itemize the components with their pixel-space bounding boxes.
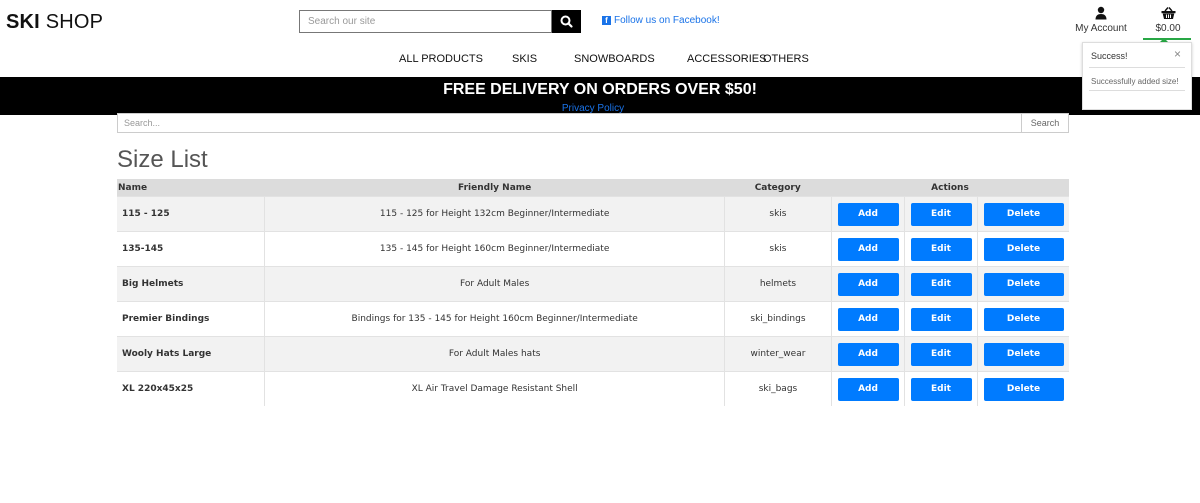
facebook-link[interactable]: f Follow us on Facebook! bbox=[602, 15, 720, 26]
logo-bold: SKI bbox=[6, 11, 40, 33]
edit-button[interactable]: Edit bbox=[910, 307, 972, 331]
row-category: ski_bindings bbox=[723, 301, 831, 337]
table-row: 135-145 135 - 145 for Height 160cm Beginn… bbox=[117, 231, 1069, 267]
row-category: helmets bbox=[723, 266, 831, 302]
user-icon bbox=[1095, 6, 1107, 20]
facebook-link-text: Follow us on Facebook! bbox=[614, 15, 720, 26]
delete-button[interactable]: Delete bbox=[983, 342, 1064, 366]
my-account-label: My Account bbox=[1075, 23, 1127, 34]
basket-icon bbox=[1161, 7, 1175, 19]
edit-button[interactable]: Edit bbox=[910, 202, 972, 226]
logo-rest: SHOP bbox=[39, 11, 104, 33]
toast-divider bbox=[1089, 67, 1185, 68]
row-name: Big Helmets bbox=[117, 266, 265, 302]
delete-button[interactable]: Delete bbox=[983, 307, 1064, 331]
row-friendly-name: Bindings for 135 - 145 for Height 160cm … bbox=[264, 301, 725, 337]
add-button[interactable]: Add bbox=[837, 237, 899, 261]
row-category: skis bbox=[723, 231, 831, 267]
row-actions: Add Edit Delete bbox=[831, 266, 1069, 302]
row-actions: Add Edit Delete bbox=[831, 371, 1069, 406]
row-category: ski_bags bbox=[723, 371, 831, 406]
delete-button[interactable]: Delete bbox=[983, 202, 1064, 226]
close-icon[interactable]: × bbox=[1174, 47, 1181, 61]
toast-title: Success! bbox=[1091, 51, 1128, 61]
row-actions: Add Edit Delete bbox=[831, 301, 1069, 337]
table-row: 115 - 125 115 - 125 for Height 132cm Begi… bbox=[117, 196, 1069, 232]
site-search-input[interactable]: Search our site bbox=[299, 10, 552, 33]
column-header-friendly-name: Friendly Name bbox=[264, 179, 725, 197]
site-search-button[interactable] bbox=[552, 10, 581, 33]
row-name: 115 - 125 bbox=[117, 196, 265, 232]
table-row: Premier Bindings Bindings for 135 - 145 f… bbox=[117, 301, 1069, 337]
size-search-button[interactable]: Search bbox=[1021, 113, 1069, 133]
edit-button[interactable]: Edit bbox=[910, 272, 972, 296]
nav-accessories[interactable]: ACCESSORIES bbox=[687, 53, 766, 65]
delivery-banner-text: FREE DELIVERY ON ORDERS OVER $50! bbox=[443, 81, 757, 98]
add-button[interactable]: Add bbox=[837, 272, 899, 296]
row-category: winter_wear bbox=[723, 336, 831, 372]
facebook-icon: f bbox=[602, 16, 611, 25]
toast-divider-bottom bbox=[1089, 90, 1185, 91]
nav-all-products[interactable]: ALL PRODUCTS bbox=[399, 53, 483, 65]
table-row: XL 220x45x25 XL Air Travel Damage Resista… bbox=[117, 371, 1069, 406]
row-actions: Add Edit Delete bbox=[831, 196, 1069, 232]
delete-button[interactable]: Delete bbox=[983, 272, 1064, 296]
column-header-category: Category bbox=[724, 179, 831, 197]
edit-button[interactable]: Edit bbox=[910, 237, 972, 261]
row-friendly-name: For Adult Males hats bbox=[264, 336, 725, 372]
column-header-actions: Actions bbox=[831, 179, 1069, 197]
add-button[interactable]: Add bbox=[837, 377, 899, 401]
row-name: XL 220x45x25 bbox=[117, 371, 265, 406]
size-table: Name Friendly Name Category Actions 115 … bbox=[117, 179, 1069, 406]
row-friendly-name: For Adult Males bbox=[264, 266, 725, 302]
toast-message: Successfully added size! bbox=[1091, 77, 1179, 86]
table-header-row: Name Friendly Name Category Actions bbox=[117, 179, 1069, 197]
cart-total: $0.00 bbox=[1155, 23, 1181, 34]
table-row: Wooly Hats Large For Adult Males hats wint… bbox=[117, 336, 1069, 372]
nav-snowboards[interactable]: SNOWBOARDS bbox=[574, 53, 655, 65]
size-search-input[interactable]: Search... bbox=[117, 113, 1022, 133]
row-friendly-name: 115 - 125 for Height 132cm Beginner/Inte… bbox=[264, 196, 725, 232]
site-search: Search our site bbox=[299, 10, 581, 33]
cart-link[interactable]: $0.00 bbox=[1150, 6, 1186, 34]
row-category: skis bbox=[723, 196, 831, 232]
nav-skis[interactable]: SKIS bbox=[512, 53, 537, 65]
row-friendly-name: 135 - 145 for Height 160cm Beginner/Inte… bbox=[264, 231, 725, 267]
edit-button[interactable]: Edit bbox=[910, 377, 972, 401]
row-actions: Add Edit Delete bbox=[831, 336, 1069, 372]
row-actions: Add Edit Delete bbox=[831, 231, 1069, 267]
column-header-name: Name bbox=[117, 179, 265, 197]
success-toast: Success! × Successfully added size! bbox=[1082, 42, 1192, 110]
add-button[interactable]: Add bbox=[837, 342, 899, 366]
edit-button[interactable]: Edit bbox=[910, 342, 972, 366]
search-icon bbox=[560, 15, 573, 28]
table-row: Big Helmets For Adult Males helmets Add Edit… bbox=[117, 266, 1069, 302]
add-button[interactable]: Add bbox=[837, 307, 899, 331]
site-logo[interactable]: SKI SHOP bbox=[6, 11, 103, 34]
row-friendly-name: XL Air Travel Damage Resistant Shell bbox=[264, 371, 725, 406]
delete-button[interactable]: Delete bbox=[983, 237, 1064, 261]
row-name: 135-145 bbox=[117, 231, 265, 267]
my-account-link[interactable]: My Account bbox=[1072, 6, 1130, 34]
nav-others[interactable]: OTHERS bbox=[763, 53, 809, 65]
delete-button[interactable]: Delete bbox=[983, 377, 1064, 401]
row-name: Premier Bindings bbox=[117, 301, 265, 337]
page-title: Size List bbox=[117, 146, 208, 173]
row-name: Wooly Hats Large bbox=[117, 336, 265, 372]
add-button[interactable]: Add bbox=[837, 202, 899, 226]
